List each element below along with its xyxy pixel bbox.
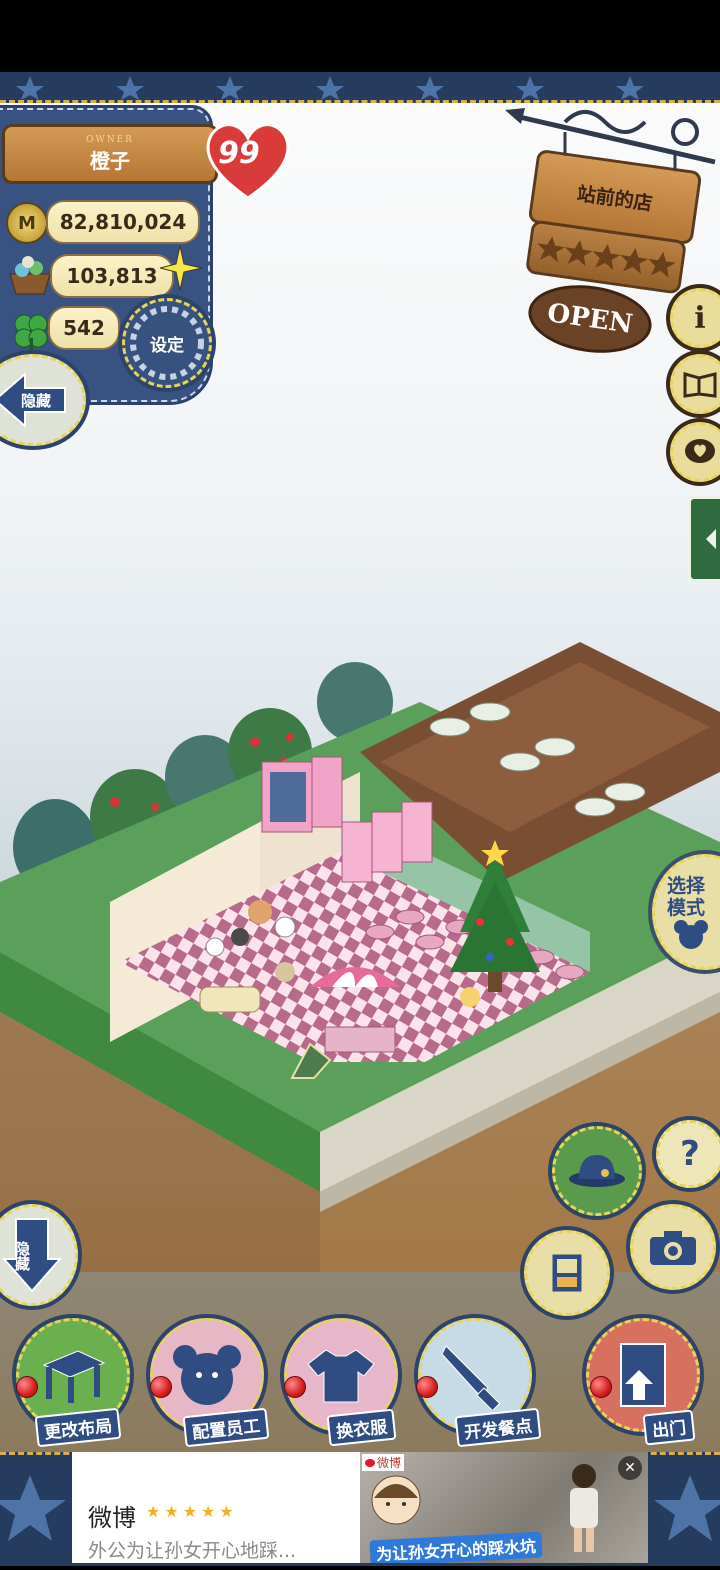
- camera-button[interactable]: [630, 1204, 716, 1290]
- notification-pin-icon: [590, 1376, 612, 1398]
- clover-value: 542: [63, 316, 105, 340]
- notification-pin-icon: [16, 1376, 38, 1398]
- table-icon: [42, 1350, 106, 1403]
- toolbar-go-out[interactable]: 出门: [580, 1312, 720, 1446]
- coin-value: 82,810,024: [59, 210, 187, 234]
- top-star-border: [0, 72, 720, 103]
- book-button[interactable]: [670, 354, 720, 414]
- clover-counter: 542: [48, 306, 120, 350]
- ad-rating: ★ ★ ★ ★ ★: [146, 1502, 234, 1521]
- weibo-logo-icon: [365, 1458, 375, 1467]
- shop-name: 站前的店: [575, 182, 654, 215]
- hat-icon: [569, 1155, 625, 1187]
- picture-frame-icon: [549, 1251, 585, 1295]
- shirt-icon: [307, 1349, 375, 1403]
- settings-button[interactable]: 设定: [122, 298, 212, 388]
- heart-chat-button[interactable]: [670, 422, 720, 482]
- signboard-icon: [290, 1042, 332, 1079]
- knife-icon: [441, 1345, 501, 1410]
- arrow-down-icon: 隐藏: [2, 1218, 62, 1293]
- materials-counter: 103,813: [50, 254, 174, 298]
- hide-top-label: 隐藏: [21, 392, 51, 410]
- rating-stars-icon: [537, 236, 676, 278]
- bear-icon: [173, 1345, 241, 1405]
- go-out-label: 出门: [642, 1409, 696, 1446]
- close-icon: ✕: [624, 1460, 636, 1476]
- staff-hat-button[interactable]: [552, 1126, 642, 1216]
- bear-icon: [674, 920, 708, 949]
- star-icon: ★: [164, 1502, 179, 1521]
- notification-pin-icon: [284, 1376, 306, 1398]
- select-mode-label: 选择模式: [667, 875, 706, 919]
- sparkle-icon: [160, 245, 203, 291]
- materials-value: 103,813: [66, 264, 158, 288]
- game-stage[interactable]: OWNER 橙子 99 M 82,810,024 103,813 542 设定 …: [0, 72, 720, 1452]
- level-value: 99: [218, 136, 260, 171]
- change-clothes-label: 换衣服: [326, 1408, 397, 1447]
- toolbar-change-clothes[interactable]: 换衣服: [278, 1312, 412, 1447]
- cafe-building[interactable]: [110, 632, 720, 1062]
- notification-pin-icon: [416, 1376, 438, 1398]
- coin-counter: 82,810,024: [46, 200, 200, 244]
- star-icon: ★: [201, 1502, 216, 1521]
- star-icon: ★: [219, 1502, 234, 1521]
- owner-tag: OWNER: [86, 134, 134, 145]
- camera-icon: [650, 1231, 696, 1265]
- child-photo: [570, 1464, 598, 1552]
- status-bar-area: [0, 0, 720, 72]
- ad-banner[interactable]: 微博 ★ ★ ★ ★ ★ 外公为让孙女开心地踩... 微博 为让孙女开心的踩水坑…: [72, 1452, 648, 1563]
- info-button[interactable]: i: [670, 288, 720, 348]
- ad-image-caption: 为让孙女开心的踩水坑: [369, 1531, 543, 1563]
- toolbar-develop-menu[interactable]: 开发餐点: [412, 1312, 546, 1448]
- info-icon: i: [694, 300, 706, 336]
- level-heart: 99: [200, 114, 296, 204]
- chevron-left-icon: [706, 529, 716, 549]
- star-icon: ★: [146, 1502, 161, 1521]
- ad-image[interactable]: 微博 为让孙女开心的踩水坑 ✕: [360, 1452, 648, 1563]
- arrow-left-icon: 隐藏: [0, 371, 66, 429]
- ad-brand: 微博: [88, 1504, 136, 1532]
- open-status: OPEN: [545, 298, 635, 340]
- album-button[interactable]: [524, 1230, 610, 1316]
- side-panel-tab[interactable]: [688, 496, 720, 582]
- ad-source: 微博: [377, 1456, 402, 1470]
- star-icon: ★: [182, 1502, 198, 1521]
- ad-text: 外公为让孙女开心地踩...: [88, 1540, 297, 1562]
- ad-source-tag: 微博: [362, 1454, 405, 1471]
- hide-bottom-label: 隐藏: [13, 1240, 31, 1272]
- open-sign[interactable]: OPEN: [524, 277, 656, 361]
- help-label: ?: [680, 1134, 700, 1174]
- help-button[interactable]: ?: [656, 1120, 720, 1188]
- settings-label: 设定: [150, 335, 184, 356]
- notification-pin-icon: [150, 1376, 172, 1398]
- chat-heart-icon: [685, 439, 715, 463]
- star-pattern-icon: [16, 76, 644, 100]
- ad-close-button[interactable]: ✕: [618, 1456, 642, 1480]
- toolbar-assign-staff[interactable]: 配置员工: [144, 1312, 278, 1448]
- owner-name: 橙子: [90, 148, 130, 173]
- cartoon-girl-icon: [371, 1475, 421, 1525]
- owner-name-plate[interactable]: OWNER 橙子: [2, 124, 218, 184]
- toolbar-change-layout[interactable]: 更改布局: [10, 1312, 144, 1448]
- materials-basket-icon: [9, 256, 51, 295]
- coin-icon: M: [6, 202, 48, 244]
- book-icon: [683, 372, 717, 398]
- door-icon: [620, 1343, 666, 1407]
